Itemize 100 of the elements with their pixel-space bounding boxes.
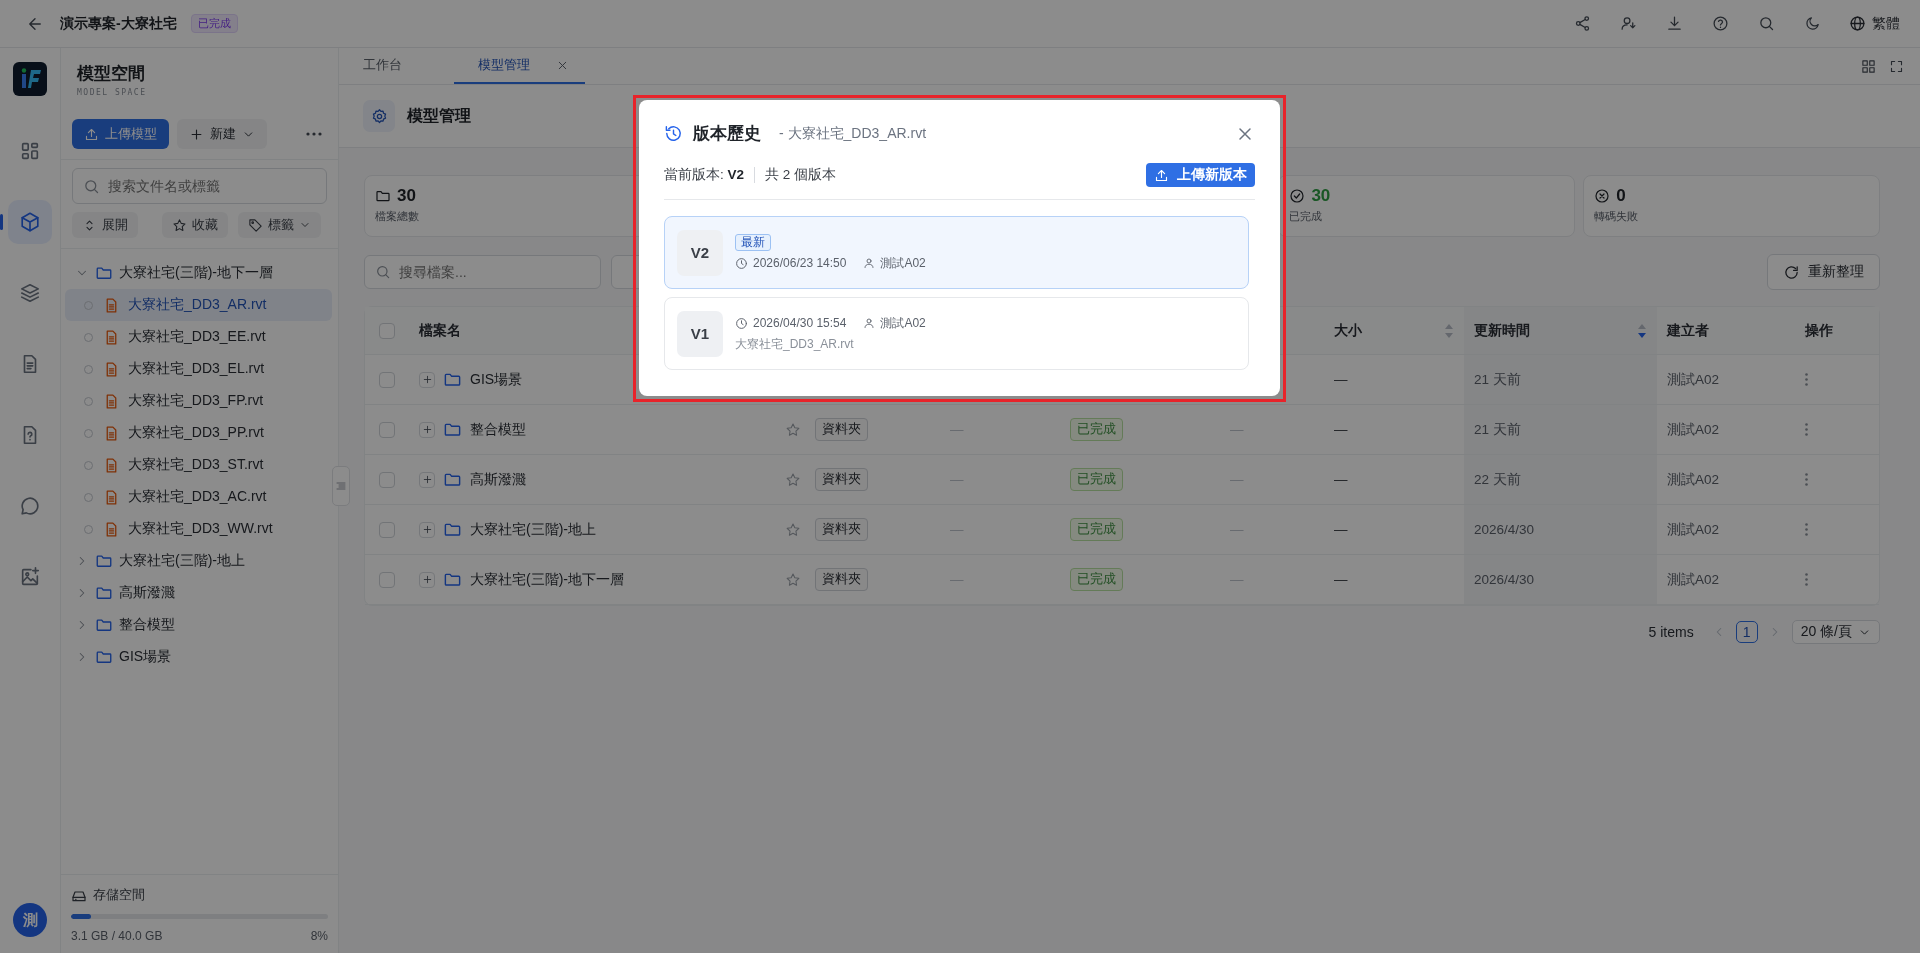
file-name-cell[interactable]: 整合模型 <box>470 420 526 439</box>
help-icon <box>1711 15 1729 32</box>
version-author: 測試A02 <box>863 254 926 272</box>
storage-usage: 3.1 GB / 40.0 GB <box>71 929 163 943</box>
file-tree-item[interactable]: 大寮社宅_DD3_ST.rvt <box>65 449 332 481</box>
expand-button[interactable] <box>419 371 435 388</box>
table-cell: — <box>1230 422 1244 437</box>
folder-tree-item[interactable]: 整合模型 <box>65 609 332 641</box>
column-header[interactable]: 大小 <box>1334 321 1362 340</box>
folder-tree-item[interactable]: 大寮社宅(三階)-地下一層 <box>65 257 332 289</box>
clock-icon <box>735 316 748 330</box>
version-card[interactable]: V2 最新 2026/06/23 14:50 測試A02 <box>664 216 1249 289</box>
refresh-button[interactable]: 重新整理 <box>1767 254 1880 290</box>
column-header[interactable]: 建立者 <box>1667 321 1709 340</box>
checkbox[interactable] <box>379 471 395 488</box>
checkbox[interactable] <box>379 521 395 538</box>
more-vertical-icon <box>1805 523 1808 536</box>
page-size-select[interactable]: 20 條/頁 <box>1791 620 1880 644</box>
version-card[interactable]: V1 2026/04/30 15:54 測試A02 大寮社宅_DD3_AR.rvt <box>664 297 1249 370</box>
expand-button[interactable] <box>419 471 435 488</box>
fullscreen-icon <box>1888 58 1904 74</box>
history-icon <box>664 124 683 143</box>
folder-tree-item[interactable]: 高斯潑濺 <box>65 577 332 609</box>
stat-label: 轉碼失敗 <box>1594 209 1639 224</box>
folder-tree-item[interactable]: 大寮社宅(三階)-地上 <box>65 545 332 577</box>
status-tag: 已完成 <box>1070 418 1123 441</box>
column-header[interactable]: 操作 <box>1805 321 1833 340</box>
table-cell: 21 天前 <box>1474 420 1521 439</box>
search-icon <box>1757 15 1775 32</box>
upload-version-button[interactable]: 上傳新版本 <box>1146 163 1255 187</box>
checkbox[interactable] <box>379 571 395 588</box>
checkbox[interactable] <box>379 322 395 339</box>
star-icon[interactable] <box>785 571 801 588</box>
file-tree-item[interactable]: 大寮社宅_DD3_FP.rvt <box>65 385 332 417</box>
file-name-cell[interactable]: 高斯潑濺 <box>470 470 526 489</box>
tab[interactable]: 工作台 <box>363 48 418 84</box>
row-actions-button[interactable] <box>1805 573 1808 586</box>
checkbox[interactable] <box>379 371 395 388</box>
version-date: 2026/04/30 15:54 <box>735 314 847 332</box>
column-header[interactable]: 檔案名 <box>419 321 461 340</box>
expand-button[interactable] <box>419 421 435 438</box>
upload-model-button[interactable]: 上傳模型 <box>72 119 169 149</box>
row-actions-button[interactable] <box>1805 523 1808 536</box>
checkbox[interactable] <box>379 421 395 438</box>
search-input[interactable]: 搜尋檔案... <box>397 263 590 281</box>
file-tree-item[interactable]: 大寮社宅_DD3_EL.rvt <box>65 353 332 385</box>
filter-button[interactable]: 展開 <box>72 212 138 238</box>
folder-tree-item[interactable]: GIS場景 <box>65 641 332 673</box>
share-icon <box>1573 15 1591 32</box>
search-field[interactable]: 搜索文件名或標籤 <box>72 168 327 204</box>
row-actions-button[interactable] <box>1805 373 1808 386</box>
file-tree-item[interactable]: 大寮社宅_DD3_PP.rvt <box>65 417 332 449</box>
collapse-handle[interactable] <box>332 466 350 506</box>
new-button[interactable]: 新建 <box>177 119 267 149</box>
stat-value: 30 <box>397 186 416 206</box>
table-cell: 22 天前 <box>1474 470 1521 489</box>
refresh-icon <box>1783 263 1800 281</box>
table-cell: 測試A02 <box>1667 420 1720 439</box>
more-button[interactable] <box>306 132 322 136</box>
project-title: 演示專案-大寮社宅 <box>60 14 177 33</box>
column-header[interactable]: 更新時間 <box>1474 321 1530 340</box>
dialog-title: 版本歷史 <box>693 123 761 145</box>
filter-button[interactable]: 收藏 <box>162 212 228 238</box>
table-cell: — <box>1230 522 1244 537</box>
sort-icon[interactable] <box>1444 322 1454 339</box>
expand-button[interactable] <box>419 521 435 538</box>
file-tree-item[interactable]: 大寮社宅_DD3_EE.rvt <box>65 321 332 353</box>
expand-button[interactable] <box>419 571 435 588</box>
table-cell: — <box>950 572 964 587</box>
file-tree-item[interactable]: 大寮社宅_DD3_AC.rvt <box>65 481 332 513</box>
tag-icon <box>248 217 263 233</box>
file-search-field[interactable]: 搜尋檔案... <box>364 255 601 289</box>
file-name-cell[interactable]: 大寮社宅(三階)-地下一層 <box>470 570 624 589</box>
star-icon[interactable] <box>785 521 801 538</box>
search-input[interactable]: 搜索文件名或標籤 <box>106 177 316 195</box>
table-cell: — <box>950 422 964 437</box>
page-button[interactable]: 1 <box>1735 621 1758 643</box>
row-actions-button[interactable] <box>1805 423 1808 436</box>
table-cell: 測試A02 <box>1667 520 1720 539</box>
table-cell: 測試A02 <box>1667 570 1720 589</box>
user-avatar[interactable]: 測 <box>13 903 47 937</box>
version-label: V2 <box>677 229 723 276</box>
star-icon[interactable] <box>785 471 801 488</box>
star-icon[interactable] <box>785 421 801 438</box>
status-badge: 已完成 <box>190 14 238 33</box>
page-title: 模型管理 <box>407 105 471 126</box>
grid-icon <box>1860 58 1876 74</box>
language-button[interactable]: 繁體 <box>1849 14 1900 33</box>
star-icon <box>172 217 187 233</box>
file-name-cell[interactable]: GIS場景 <box>470 370 523 389</box>
file-name-cell[interactable]: 大寮社宅(三階)-地上 <box>470 520 596 539</box>
sort-icon[interactable] <box>1637 322 1647 339</box>
filter-button[interactable]: 標籤 <box>238 212 321 238</box>
table-cell: 測試A02 <box>1667 370 1720 389</box>
storage-label: 存儲空間 <box>71 887 145 904</box>
file-tree-item[interactable]: 大寮社宅_DD3_WW.rvt <box>65 513 332 545</box>
file-tree-item[interactable]: 大寮社宅_DD3_AR.rvt <box>65 289 332 321</box>
row-actions-button[interactable] <box>1805 473 1808 486</box>
table-cell: — <box>1334 372 1348 387</box>
check-circle-icon <box>1289 188 1306 204</box>
